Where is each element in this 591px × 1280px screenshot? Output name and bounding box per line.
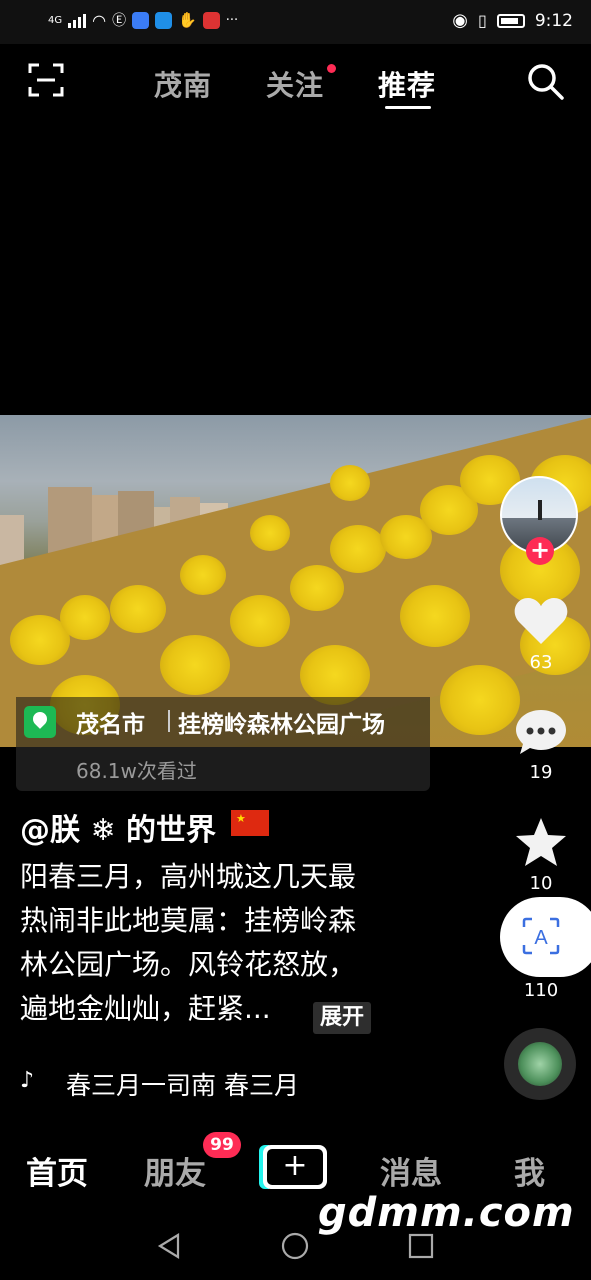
nfc-icon: Ⓔ (112, 13, 127, 29)
app-icon-2 (155, 11, 173, 29)
network-type: 4G (48, 14, 63, 26)
tab-local[interactable]: 茂南 (154, 64, 212, 104)
svg-text:A: A (534, 927, 548, 949)
nav-home[interactable]: 首页 (26, 1148, 88, 1193)
like-count: 63 (529, 652, 553, 673)
location-separator (168, 710, 170, 732)
music-note-icon: ♪ (20, 1068, 35, 1093)
plus-icon: + (267, 1149, 323, 1185)
music-cover (518, 1042, 562, 1086)
home-icon[interactable] (281, 1232, 309, 1260)
watermark: gdmm.com (318, 1190, 575, 1236)
expand-button[interactable]: 展开 (313, 1002, 371, 1034)
friends-badge: 99 (203, 1132, 241, 1158)
recents-icon[interactable] (408, 1232, 434, 1260)
nav-friends[interactable]: 朋友 (144, 1148, 206, 1193)
caption-line: 热闹非此地莫属：挂榜岭森 (20, 904, 357, 937)
wifi-icon: ◠ (92, 10, 107, 30)
app-icon-1 (132, 11, 150, 29)
china-flag-icon: ★ (231, 810, 269, 836)
status-time: 9:12 (534, 10, 573, 31)
nav-me[interactable]: 我 (514, 1148, 545, 1193)
battery-icon (496, 13, 525, 28)
music-title[interactable]: 春三月一司南 春三月 (66, 1066, 316, 1102)
nav-messages[interactable]: 消息 (380, 1148, 442, 1193)
app-icon-3 (202, 11, 220, 29)
top-nav: 茂南 关注 推荐 (0, 50, 591, 114)
location-banner: 茂名市 挂榜岭森林公园广场 (16, 697, 430, 747)
favorite-count: 10 (529, 873, 553, 894)
location-card[interactable]: 茂名市 挂榜岭森林公园广场 68.1w次看过 (16, 697, 430, 791)
location-views: 68.1w次看过 (76, 759, 197, 783)
location-city: 茂名市 (76, 712, 145, 738)
more-notifications-icon: ··· (225, 12, 239, 28)
screen-translate-button[interactable]: A (500, 897, 591, 977)
gesture-icon: ✋ (178, 11, 197, 29)
tab-active-indicator (385, 106, 431, 109)
location-place: 挂榜岭森林公园广场 (178, 712, 385, 738)
scan-icon[interactable] (28, 62, 64, 98)
caption-line: 林公园广场。风铃花怒放， (20, 948, 357, 981)
location-views-bar: 68.1w次看过 (16, 747, 430, 791)
back-icon[interactable] (156, 1232, 182, 1260)
signal-icon (68, 12, 87, 28)
vibrate-icon: ▯ (478, 11, 487, 30)
comment-count: 19 (529, 762, 553, 783)
create-button[interactable]: + (259, 1145, 327, 1189)
status-bar: 4G ◠ Ⓔ ✋ ··· ◉ ▯ 9:12 (0, 0, 591, 44)
comment-icon[interactable] (514, 707, 568, 757)
share-count: 110 (523, 980, 559, 1001)
eye-comfort-icon: ◉ (452, 10, 468, 31)
search-icon[interactable] (527, 63, 565, 101)
tab-recommend[interactable]: 推荐 (378, 64, 436, 104)
status-right: ◉ ▯ 9:12 (452, 10, 573, 31)
favorite-star-icon[interactable] (514, 816, 568, 868)
location-pin-icon (24, 706, 56, 738)
text-recognition-icon: A (522, 917, 560, 955)
caption-line: 阳春三月，高州城这几天最 (20, 860, 357, 893)
following-dot (327, 64, 336, 73)
like-heart-icon[interactable] (514, 596, 568, 646)
tab-following[interactable]: 关注 (266, 64, 324, 104)
follow-plus-button[interactable]: + (526, 537, 554, 565)
author-name[interactable]: @朕 ❄ 的世界 (20, 805, 216, 849)
status-left: 4G ◠ Ⓔ ✋ ··· (48, 10, 238, 30)
